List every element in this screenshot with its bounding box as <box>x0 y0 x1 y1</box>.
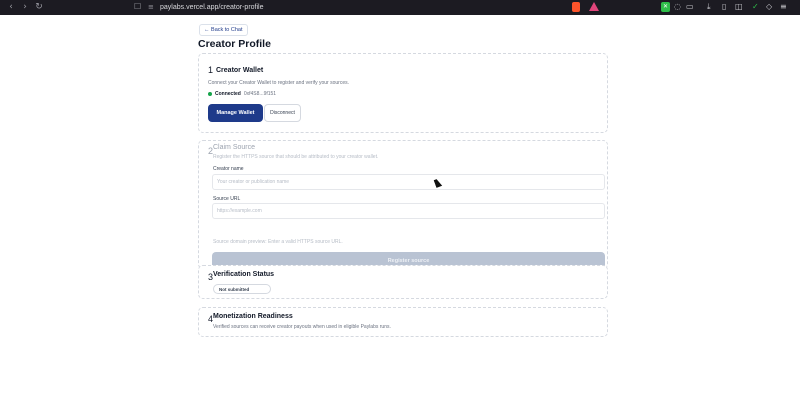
url-text: paylabs.vercel.app/creator-profile <box>160 4 264 11</box>
creator-profile-page: ← Back to Chat Creator Profile 1 Creator… <box>0 15 800 415</box>
extension-icon[interactable]: ✕ <box>661 2 670 12</box>
wallet-status: Connected 0xf4S8...9f151 <box>208 91 276 97</box>
source-url-input[interactable]: https://example.com <box>212 203 605 219</box>
claim-source-card: 2 Claim Source Register the HTTPS source… <box>198 140 608 269</box>
address-bar[interactable]: ≡ paylabs.vercel.app/creator-profile <box>146 2 606 13</box>
section-title: Claim Source <box>213 144 256 151</box>
extension-icon[interactable]: ◌ <box>674 2 681 12</box>
menu-icon[interactable]: ≡ <box>780 2 787 12</box>
forward-icon[interactable]: › <box>18 0 32 15</box>
download-icon[interactable]: ⤓ <box>707 2 711 12</box>
source-url-label: Source URL <box>213 196 241 202</box>
section-title: Monetization Readiness <box>213 313 293 320</box>
verification-status-badge: Not submitted <box>213 284 271 294</box>
wallet-address: 0xf4S8...9f151 <box>243 91 277 97</box>
section-title: Verification Status <box>213 271 275 278</box>
source-domain-hint: Source domain preview: Enter a valid HTT… <box>213 239 343 245</box>
rewards-icon[interactable] <box>589 2 599 11</box>
connection-status: Connected <box>215 91 241 97</box>
disconnect-button[interactable]: Disconnect <box>264 104 301 122</box>
shield-icon[interactable]: ◇ <box>766 2 772 12</box>
page-title: Creator Profile <box>198 38 271 50</box>
brave-shield-icon[interactable] <box>572 2 580 12</box>
back-icon[interactable]: ‹ <box>4 0 18 15</box>
extension-icon[interactable]: ◫ <box>735 2 743 12</box>
back-to-chat-link[interactable]: ← Back to Chat <box>199 24 248 36</box>
extension-icon[interactable]: ▭ <box>686 2 694 12</box>
creator-wallet-card: 1 Creator Wallet Connect your Creator Wa… <box>198 53 608 133</box>
manage-wallet-button[interactable]: Manage Wallet <box>208 104 263 122</box>
browser-toolbar: ‹ › ↻ ☐ ≡ paylabs.vercel.app/creator-pro… <box>0 0 800 15</box>
section-description: Connect your Creator Wallet to register … <box>208 80 349 86</box>
reload-icon[interactable]: ↻ <box>32 0 46 15</box>
site-info-icon[interactable]: ≡ <box>148 3 156 12</box>
creator-name-label: Creator name <box>213 166 244 172</box>
verification-status-card: 3 Verification Status Not submitted <box>198 265 608 299</box>
status-dot-icon <box>208 92 212 96</box>
bookmark-icon[interactable]: ☐ <box>134 2 141 11</box>
section-description: Verified sources can receive creator pay… <box>213 324 391 330</box>
extension-icon[interactable]: ▯ <box>722 2 726 12</box>
monetization-readiness-card: 4 Monetization Readiness Verified source… <box>198 307 608 337</box>
creator-name-input[interactable]: Your creator or publication name <box>212 174 605 190</box>
step-number: 1 <box>208 65 214 75</box>
section-description: Register the HTTPS source that should be… <box>213 154 379 160</box>
extension-icon[interactable]: ✓ <box>752 2 759 12</box>
section-title: Creator Wallet <box>216 67 264 74</box>
